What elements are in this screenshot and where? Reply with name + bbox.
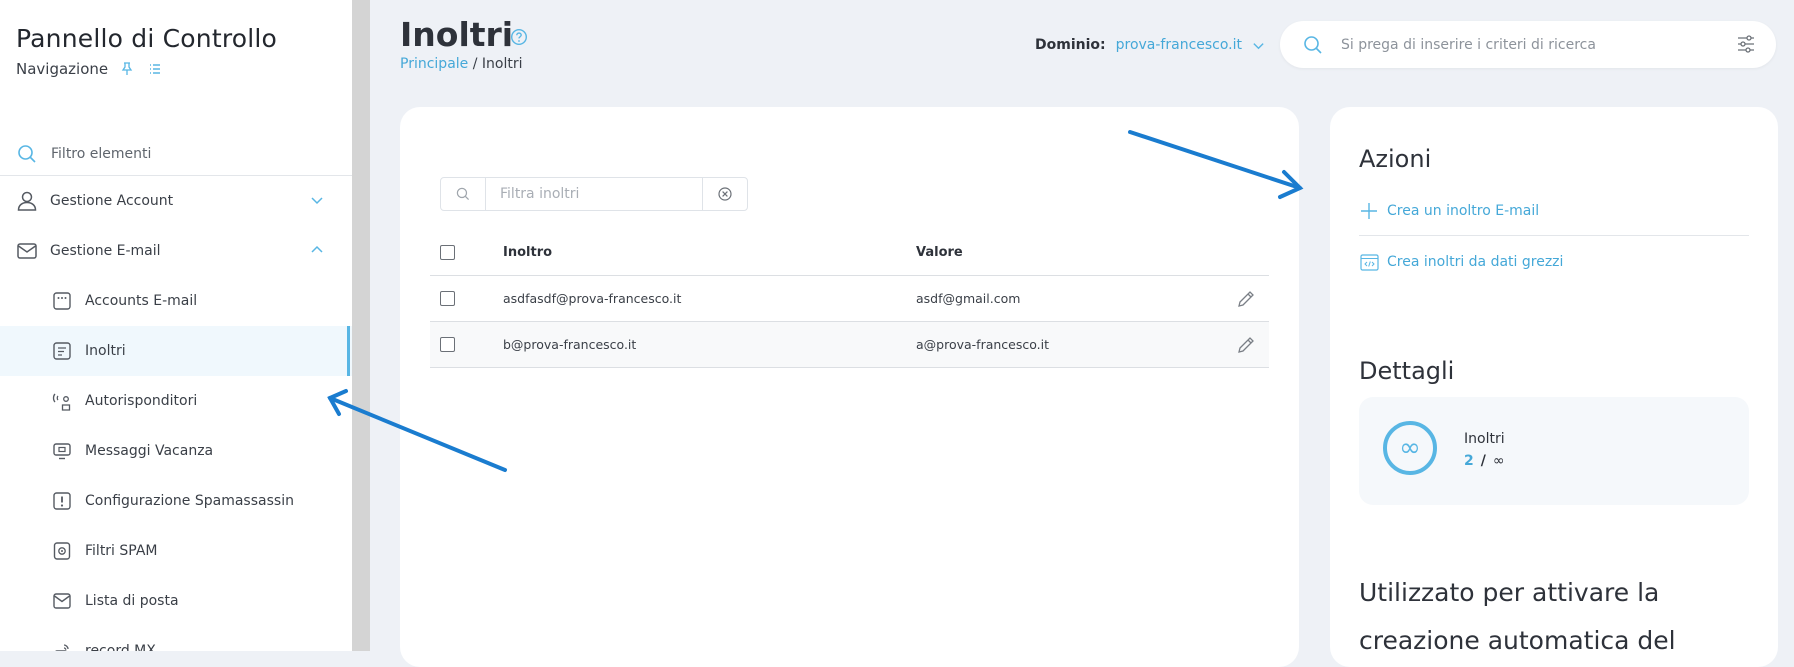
table-header-row: Inoltro Valore — [430, 230, 1269, 276]
sidebar-item-label: Autorisponditori — [85, 393, 198, 409]
details-title: Dettagli — [1359, 357, 1455, 385]
sidebar-item-autorisponditori[interactable]: Autorisponditori — [0, 376, 352, 426]
forward-address: b@prova-francesco.it — [503, 337, 637, 352]
sidebar-item-label: Messaggi Vacanza — [85, 443, 214, 459]
sidebar-item-label: Configurazione Spamassassin — [85, 493, 294, 509]
breadcrumb-current: Inoltri — [481, 56, 523, 72]
plus-icon — [1359, 201, 1379, 221]
sidebar-item-messaggi-vacanza[interactable]: Messaggi Vacanza — [0, 426, 352, 476]
ring-symbol: ∞ — [1399, 433, 1421, 463]
sidebar-item-gestione-email[interactable]: Gestione E-mail — [0, 226, 352, 276]
breadcrumb: Principale / Inoltri — [400, 56, 523, 72]
exclamation-box-icon — [51, 490, 73, 512]
sidebar: Pannello di Controllo Navigazione Gestio… — [0, 0, 352, 651]
sidebar-item-label: Lista di posta — [85, 593, 179, 609]
domain-label: Dominio: — [1035, 37, 1106, 53]
table-row[interactable]: asdfasdf@prova-francesco.it asdf@gmail.c… — [430, 276, 1269, 322]
pencil-icon[interactable] — [1236, 335, 1256, 355]
table-row[interactable]: b@prova-francesco.it a@prova-francesco.i… — [430, 322, 1269, 368]
action-label: Crea un inoltro E-mail — [1387, 203, 1540, 219]
chevron-up-icon[interactable] — [310, 243, 324, 257]
sidebar-item-label: Gestione Account — [50, 193, 174, 209]
sidebar-filter-input[interactable] — [49, 145, 313, 163]
sidebar-item-record-mx[interactable]: record MX — [0, 626, 352, 651]
actions-card: Azioni Crea un inoltro E-mail Crea inolt… — [1330, 107, 1778, 667]
sidebar-item-label: record MX — [85, 643, 156, 651]
forward-value: a@prova-francesco.it — [916, 337, 1050, 352]
user-icon — [16, 190, 38, 212]
list-icon[interactable] — [146, 60, 164, 78]
search-icon — [17, 144, 37, 164]
envelope-icon — [16, 240, 38, 262]
sidebar-item-gestione-account[interactable]: Gestione Account — [0, 176, 352, 226]
filter-settings-icon[interactable] — [1736, 34, 1756, 54]
breadcrumb-home-link[interactable]: Principale — [400, 56, 468, 72]
sidebar-title: Pannello di Controllo — [16, 24, 278, 53]
sidebar-item-lista-di-posta[interactable]: Lista di posta — [0, 576, 352, 626]
actions-title: Azioni — [1359, 145, 1432, 173]
detail-usage: 2 / ∞ — [1464, 453, 1505, 469]
detail-name: Inoltri — [1464, 431, 1505, 447]
row-checkbox[interactable] — [440, 337, 455, 352]
shield-box-icon — [51, 540, 73, 562]
sidebar-subtitle-label: Navigazione — [16, 60, 109, 78]
create-forwarder-link[interactable]: Crea un inoltro E-mail — [1359, 196, 1749, 226]
code-window-icon — [1359, 252, 1379, 272]
monitor-icon — [51, 440, 73, 462]
infinity-ring-icon: ∞ — [1383, 421, 1437, 475]
sidebar-item-filtri-spam[interactable]: Filtri SPAM — [0, 526, 352, 576]
row-checkbox[interactable] — [440, 291, 455, 306]
search-icon — [1303, 35, 1323, 55]
forward-value: asdf@gmail.com — [916, 291, 1021, 306]
detail-max: ∞ — [1492, 453, 1505, 469]
domain-value[interactable]: prova-francesco.it — [1116, 37, 1242, 53]
pin-icon[interactable] — [118, 60, 136, 78]
dots-window-icon — [51, 290, 73, 312]
detail-used: 2 — [1464, 453, 1474, 469]
forwarders-table: Inoltro Valore asdfasdf@prova-francesco.… — [430, 230, 1269, 368]
create-forwarders-raw-link[interactable]: Crea inoltri da dati grezzi — [1359, 247, 1749, 277]
global-search — [1280, 21, 1776, 68]
sidebar-item-label: Filtri SPAM — [85, 543, 158, 559]
domain-selector[interactable]: Dominio: prova-francesco.it — [1035, 37, 1265, 53]
forward-address: asdfasdf@prova-francesco.it — [503, 291, 682, 306]
details-box: ∞ Inoltri 2 / ∞ — [1359, 397, 1749, 505]
pencil-icon[interactable] — [1236, 289, 1256, 309]
select-all-checkbox[interactable] — [440, 245, 455, 260]
signal-icon — [51, 640, 73, 651]
table-filter-input[interactable] — [486, 178, 702, 210]
signal-person-icon — [51, 390, 73, 412]
column-header-forward[interactable]: Inoltro — [503, 245, 552, 260]
chevron-down-icon[interactable] — [310, 193, 324, 207]
table-filter — [440, 177, 748, 211]
sidebar-filter — [0, 133, 352, 176]
help-icon[interactable] — [510, 28, 528, 46]
sidebar-item-label: Accounts E-mail — [85, 293, 198, 309]
mail-list-icon — [51, 590, 73, 612]
sidebar-item-label: Inoltri — [85, 343, 126, 359]
detail-separator: / — [1480, 453, 1486, 469]
sidebar-subtitle: Navigazione — [16, 60, 164, 78]
forwarders-card: Inoltro Valore asdfasdf@prova-francesco.… — [400, 107, 1299, 667]
sidebar-item-configurazione-spamassassin[interactable]: Configurazione Spamassassin — [0, 476, 352, 526]
sidebar-item-label: Gestione E-mail — [50, 243, 161, 259]
forward-doc-icon — [51, 340, 73, 362]
sidebar-scrollbar[interactable] — [352, 0, 370, 651]
chevron-down-icon[interactable] — [1252, 39, 1265, 52]
clear-filter-icon[interactable] — [702, 178, 747, 210]
breadcrumb-separator: / — [468, 56, 482, 72]
action-label: Crea inoltri da dati grezzi — [1387, 254, 1564, 270]
page-title: Inoltri — [400, 15, 514, 54]
column-header-value[interactable]: Valore — [916, 245, 963, 260]
sidebar-item-inoltri[interactable]: Inoltri — [0, 326, 352, 376]
search-icon — [441, 178, 486, 210]
global-search-input[interactable] — [1339, 35, 1723, 54]
actions-divider — [1359, 235, 1749, 236]
sidebar-item-accounts-email[interactable]: Accounts E-mail — [0, 276, 352, 326]
